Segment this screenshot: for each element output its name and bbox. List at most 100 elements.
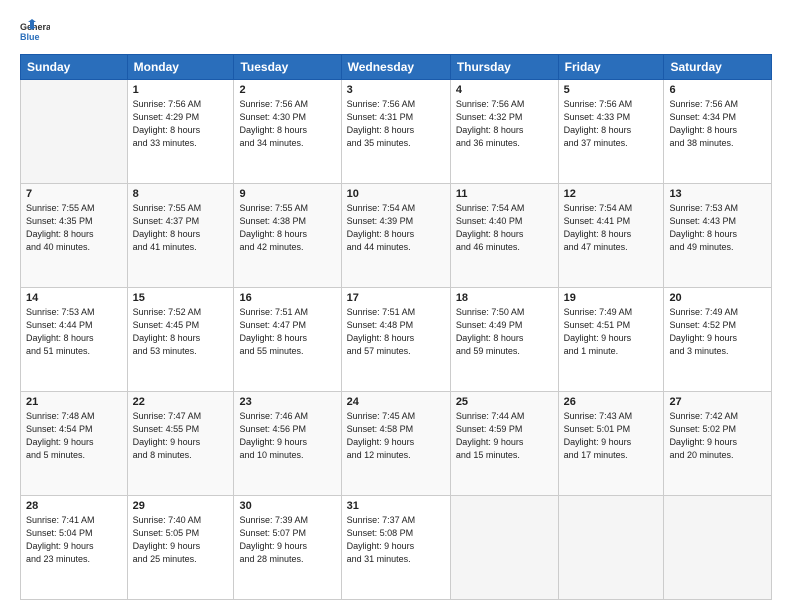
calendar-cell: 20Sunrise: 7:49 AMSunset: 4:52 PMDayligh… bbox=[664, 288, 772, 392]
logo-icon: General Blue bbox=[20, 16, 50, 46]
calendar-cell: 4 Sunrise: 7:56 AMSunset: 4:32 PMDaylight… bbox=[450, 80, 558, 184]
day-info: Sunrise: 7:56 AMSunset: 4:29 PMDaylight:… bbox=[133, 98, 229, 150]
weekday-header-monday: Monday bbox=[127, 55, 234, 80]
day-number: 30 bbox=[239, 500, 335, 512]
calendar-cell: 24 Sunrise: 7:45 AMSunset: 4:58 PMDayligh… bbox=[341, 392, 450, 496]
calendar-cell: 18 Sunrise: 7:50 AMSunset: 4:49 PMDayligh… bbox=[450, 288, 558, 392]
day-info: Sunrise: 7:47 AMSunset: 4:55 PMDaylight:… bbox=[133, 410, 229, 462]
day-info: Sunrise: 7:56 AMSunset: 4:30 PMDaylight:… bbox=[239, 98, 335, 150]
svg-text:Blue: Blue bbox=[20, 32, 40, 42]
calendar-cell: 30 Sunrise: 7:39 AMSunset: 5:07 PMDayligh… bbox=[234, 496, 341, 600]
calendar-cell: 5 Sunrise: 7:56 AMSunset: 4:33 PMDaylight… bbox=[558, 80, 664, 184]
day-info: Sunrise: 7:45 AMSunset: 4:58 PMDaylight:… bbox=[347, 410, 445, 462]
day-info: Sunrise: 7:49 AMSunset: 4:51 PMDaylight:… bbox=[564, 306, 659, 358]
day-number: 11 bbox=[456, 188, 553, 200]
day-info: Sunrise: 7:55 AMSunset: 4:37 PMDaylight:… bbox=[133, 202, 229, 254]
day-number: 12 bbox=[564, 188, 659, 200]
day-info: Sunrise: 7:53 AMSunset: 4:44 PMDaylight:… bbox=[26, 306, 122, 358]
day-info: Sunrise: 7:50 AMSunset: 4:49 PMDaylight:… bbox=[456, 306, 553, 358]
page: General Blue SundayMondayTuesdayWednesda… bbox=[0, 0, 792, 612]
calendar-cell: 1 Sunrise: 7:56 AMSunset: 4:29 PMDaylight… bbox=[127, 80, 234, 184]
weekday-header-tuesday: Tuesday bbox=[234, 55, 341, 80]
day-number: 9 bbox=[239, 188, 335, 200]
calendar-cell: 27 Sunrise: 7:42 AMSunset: 5:02 PMDayligh… bbox=[664, 392, 772, 496]
calendar-cell: 16 Sunrise: 7:51 AMSunset: 4:47 PMDayligh… bbox=[234, 288, 341, 392]
week-row-3: 14 Sunrise: 7:53 AMSunset: 4:44 PMDayligh… bbox=[21, 288, 772, 392]
header: General Blue bbox=[20, 16, 772, 46]
day-number: 2 bbox=[239, 84, 335, 96]
day-number: 27 bbox=[669, 396, 766, 408]
calendar-cell bbox=[664, 496, 772, 600]
weekday-header-wednesday: Wednesday bbox=[341, 55, 450, 80]
day-number: 8 bbox=[133, 188, 229, 200]
day-info: Sunrise: 7:42 AMSunset: 5:02 PMDaylight:… bbox=[669, 410, 766, 462]
calendar-cell: 25Sunrise: 7:44 AMSunset: 4:59 PMDayligh… bbox=[450, 392, 558, 496]
day-number: 17 bbox=[347, 292, 445, 304]
calendar-cell: 7Sunrise: 7:55 AMSunset: 4:35 PMDaylight… bbox=[21, 184, 128, 288]
day-info: Sunrise: 7:54 AMSunset: 4:41 PMDaylight:… bbox=[564, 202, 659, 254]
calendar-cell: 31 Sunrise: 7:37 AMSunset: 5:08 PMDayligh… bbox=[341, 496, 450, 600]
day-number: 10 bbox=[347, 188, 445, 200]
day-info: Sunrise: 7:43 AMSunset: 5:01 PMDaylight:… bbox=[564, 410, 659, 462]
weekday-header-sunday: Sunday bbox=[21, 55, 128, 80]
day-info: Sunrise: 7:40 AMSunset: 5:05 PMDaylight:… bbox=[133, 514, 229, 566]
day-info: Sunrise: 7:55 AMSunset: 4:35 PMDaylight:… bbox=[26, 202, 122, 254]
day-number: 26 bbox=[564, 396, 659, 408]
weekday-header-thursday: Thursday bbox=[450, 55, 558, 80]
day-info: Sunrise: 7:54 AMSunset: 4:39 PMDaylight:… bbox=[347, 202, 445, 254]
day-number: 20 bbox=[669, 292, 766, 304]
calendar-cell bbox=[450, 496, 558, 600]
weekday-header-saturday: Saturday bbox=[664, 55, 772, 80]
day-info: Sunrise: 7:56 AMSunset: 4:32 PMDaylight:… bbox=[456, 98, 553, 150]
day-number: 5 bbox=[564, 84, 659, 96]
day-info: Sunrise: 7:37 AMSunset: 5:08 PMDaylight:… bbox=[347, 514, 445, 566]
day-info: Sunrise: 7:56 AMSunset: 4:33 PMDaylight:… bbox=[564, 98, 659, 150]
day-info: Sunrise: 7:51 AMSunset: 4:47 PMDaylight:… bbox=[239, 306, 335, 358]
day-number: 24 bbox=[347, 396, 445, 408]
day-number: 19 bbox=[564, 292, 659, 304]
calendar-cell: 28Sunrise: 7:41 AMSunset: 5:04 PMDayligh… bbox=[21, 496, 128, 600]
calendar-cell: 21 Sunrise: 7:48 AMSunset: 4:54 PMDayligh… bbox=[21, 392, 128, 496]
day-info: Sunrise: 7:51 AMSunset: 4:48 PMDaylight:… bbox=[347, 306, 445, 358]
calendar-cell: 14 Sunrise: 7:53 AMSunset: 4:44 PMDayligh… bbox=[21, 288, 128, 392]
day-number: 3 bbox=[347, 84, 445, 96]
calendar-cell: 22 Sunrise: 7:47 AMSunset: 4:55 PMDayligh… bbox=[127, 392, 234, 496]
day-number: 14 bbox=[26, 292, 122, 304]
calendar-cell: 29 Sunrise: 7:40 AMSunset: 5:05 PMDayligh… bbox=[127, 496, 234, 600]
weekday-header-row: SundayMondayTuesdayWednesdayThursdayFrid… bbox=[21, 55, 772, 80]
week-row-1: 1 Sunrise: 7:56 AMSunset: 4:29 PMDaylight… bbox=[21, 80, 772, 184]
calendar-cell: 23Sunrise: 7:46 AMSunset: 4:56 PMDayligh… bbox=[234, 392, 341, 496]
day-number: 29 bbox=[133, 500, 229, 512]
calendar-cell: 10 Sunrise: 7:54 AMSunset: 4:39 PMDayligh… bbox=[341, 184, 450, 288]
day-number: 31 bbox=[347, 500, 445, 512]
logo: General Blue bbox=[20, 16, 54, 46]
day-number: 15 bbox=[133, 292, 229, 304]
day-info: Sunrise: 7:56 AMSunset: 4:31 PMDaylight:… bbox=[347, 98, 445, 150]
day-number: 16 bbox=[239, 292, 335, 304]
day-info: Sunrise: 7:39 AMSunset: 5:07 PMDaylight:… bbox=[239, 514, 335, 566]
day-number: 1 bbox=[133, 84, 229, 96]
day-number: 21 bbox=[26, 396, 122, 408]
day-number: 18 bbox=[456, 292, 553, 304]
day-info: Sunrise: 7:54 AMSunset: 4:40 PMDaylight:… bbox=[456, 202, 553, 254]
day-number: 13 bbox=[669, 188, 766, 200]
day-info: Sunrise: 7:48 AMSunset: 4:54 PMDaylight:… bbox=[26, 410, 122, 462]
calendar-cell: 19 Sunrise: 7:49 AMSunset: 4:51 PMDayligh… bbox=[558, 288, 664, 392]
calendar-cell: 12 Sunrise: 7:54 AMSunset: 4:41 PMDayligh… bbox=[558, 184, 664, 288]
day-number: 22 bbox=[133, 396, 229, 408]
day-number: 28 bbox=[26, 500, 122, 512]
week-row-2: 7Sunrise: 7:55 AMSunset: 4:35 PMDaylight… bbox=[21, 184, 772, 288]
day-info: Sunrise: 7:56 AMSunset: 4:34 PMDaylight:… bbox=[669, 98, 766, 150]
calendar-cell: 2 Sunrise: 7:56 AMSunset: 4:30 PMDaylight… bbox=[234, 80, 341, 184]
day-number: 4 bbox=[456, 84, 553, 96]
calendar-cell: 15 Sunrise: 7:52 AMSunset: 4:45 PMDayligh… bbox=[127, 288, 234, 392]
calendar-cell: 13Sunrise: 7:53 AMSunset: 4:43 PMDayligh… bbox=[664, 184, 772, 288]
day-number: 25 bbox=[456, 396, 553, 408]
day-info: Sunrise: 7:52 AMSunset: 4:45 PMDaylight:… bbox=[133, 306, 229, 358]
calendar-cell bbox=[558, 496, 664, 600]
calendar-cell: 26 Sunrise: 7:43 AMSunset: 5:01 PMDayligh… bbox=[558, 392, 664, 496]
day-info: Sunrise: 7:55 AMSunset: 4:38 PMDaylight:… bbox=[239, 202, 335, 254]
calendar-table: SundayMondayTuesdayWednesdayThursdayFrid… bbox=[20, 54, 772, 600]
weekday-header-friday: Friday bbox=[558, 55, 664, 80]
calendar-cell: 9 Sunrise: 7:55 AMSunset: 4:38 PMDaylight… bbox=[234, 184, 341, 288]
